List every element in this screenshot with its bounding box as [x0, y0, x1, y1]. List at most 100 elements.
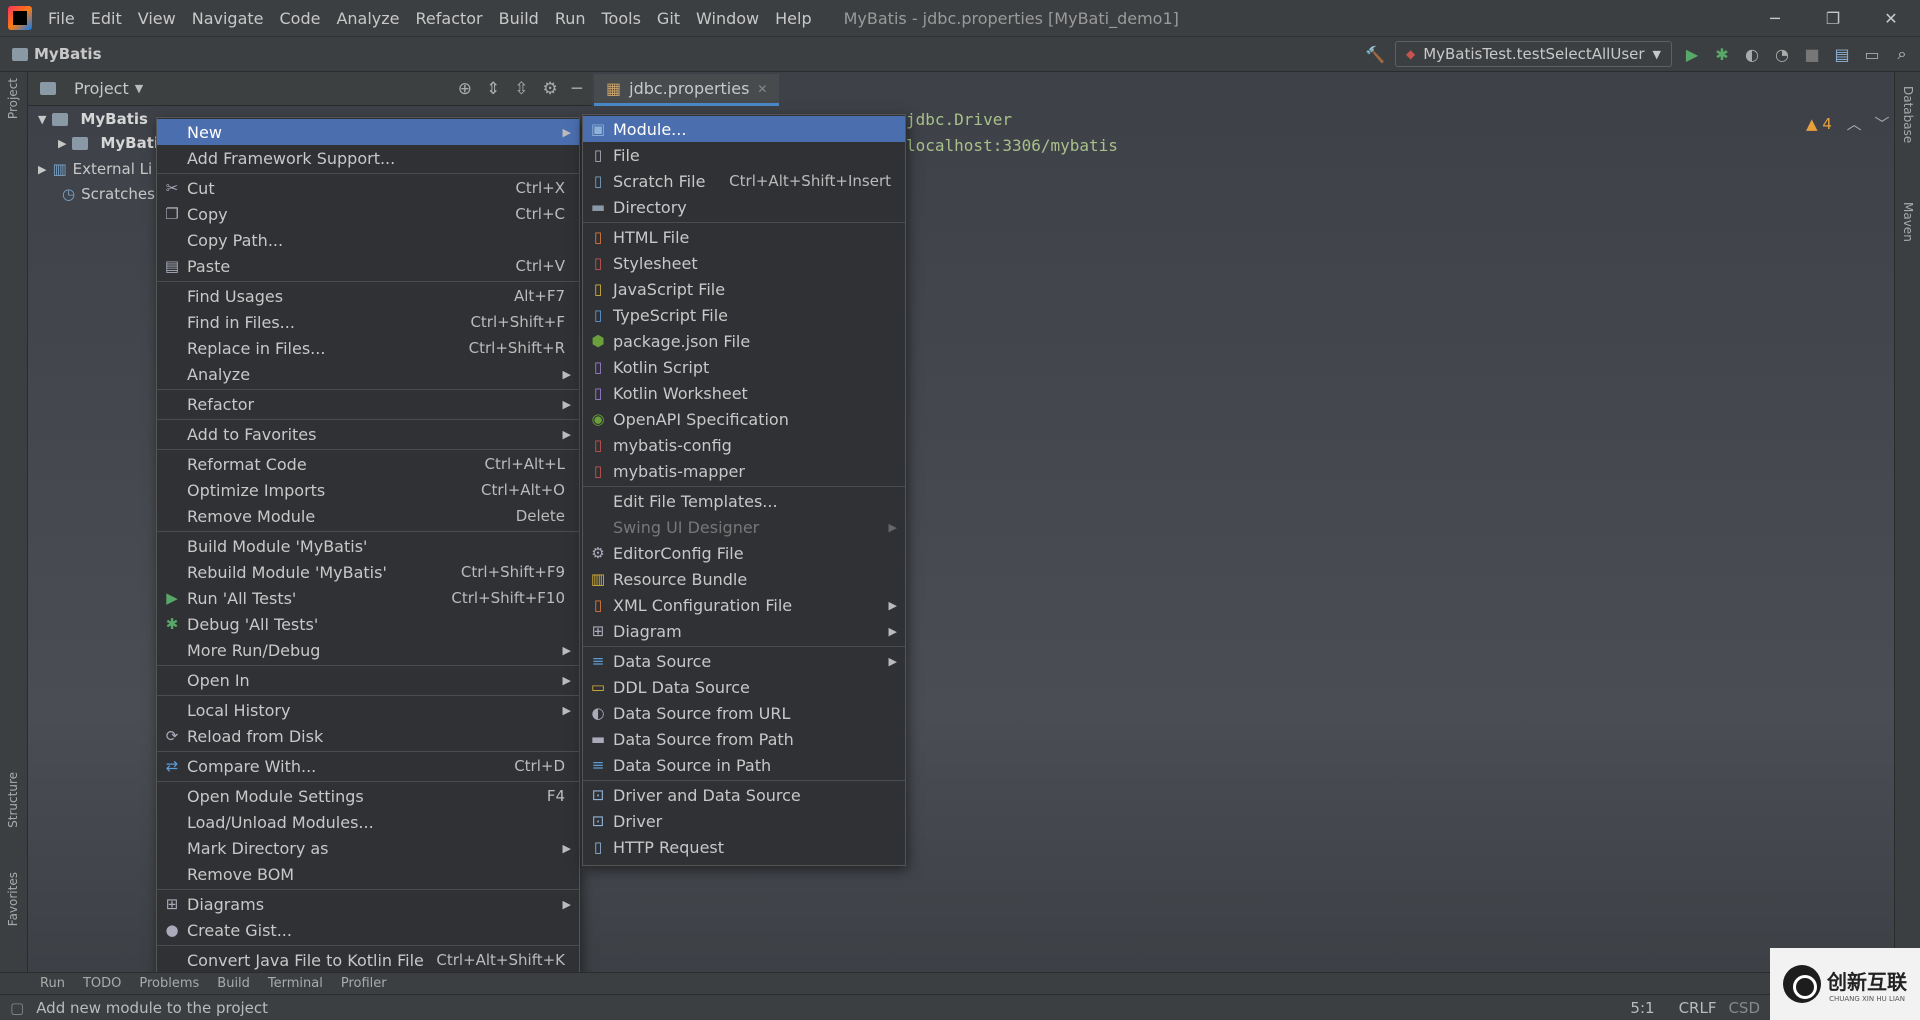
layout-toggle-icon[interactable]: ▢	[10, 999, 24, 1017]
submenu-item-diagram[interactable]: ⊞ Diagram ▶	[583, 618, 905, 644]
submenu-item-mybatis-mapper[interactable]: ▯ mybatis-mapper	[583, 458, 905, 484]
menu-item-build-module[interactable]: Build Module 'MyBatis'	[157, 533, 579, 559]
coverage-icon[interactable]: ◐	[1742, 45, 1762, 64]
close-tab-icon[interactable]: ✕	[757, 82, 767, 96]
submenu-item-javascript-file[interactable]: ▯ JavaScript File	[583, 276, 905, 302]
code-line-1[interactable]: jdbc.Driver	[906, 110, 1012, 129]
menu-window[interactable]: Window	[688, 9, 767, 28]
menu-item-find-in-files[interactable]: Find in Files... Ctrl+Shift+F	[157, 309, 579, 335]
hide-icon[interactable]: ─	[572, 79, 582, 99]
menu-edit[interactable]: Edit	[83, 9, 130, 28]
project-panel-title[interactable]: Project	[74, 79, 129, 98]
submenu-item-package-json[interactable]: ⬢ package.json File	[583, 328, 905, 354]
build-hammer-icon[interactable]: 🔨	[1365, 45, 1385, 64]
menu-item-refactor[interactable]: Refactor ▶	[157, 391, 579, 417]
layout-icon[interactable]: ▭	[1862, 45, 1882, 64]
profile-icon[interactable]: ◔	[1772, 45, 1792, 64]
submenu-item-kotlin-script[interactable]: ▯ Kotlin Script	[583, 354, 905, 380]
submenu-item-directory[interactable]: ▬ Directory	[583, 194, 905, 220]
menu-item-reformat-code[interactable]: Reformat Code Ctrl+Alt+L	[157, 451, 579, 477]
editor-tab-jdbc-properties[interactable]: ▦ jdbc.properties ✕	[594, 74, 780, 106]
submenu-item-html-file[interactable]: ▯ HTML File	[583, 224, 905, 250]
line-separator[interactable]: CRLF	[1679, 999, 1717, 1017]
chevron-down-icon[interactable]: ﹀	[1874, 115, 1889, 133]
tab-todo[interactable]: TODO	[83, 976, 121, 991]
stop-icon[interactable]: ■	[1802, 45, 1822, 64]
breadcrumb[interactable]: MyBatis	[12, 45, 102, 63]
tab-profiler[interactable]: Profiler	[341, 976, 387, 991]
submenu-item-kotlin-worksheet[interactable]: ▯ Kotlin Worksheet	[583, 380, 905, 406]
tab-problems[interactable]: Problems	[139, 976, 199, 991]
submenu-item-driver-and-data-source[interactable]: ⊡ Driver and Data Source	[583, 782, 905, 808]
warnings-indicator[interactable]: ▲ 4 ︿ ﹀	[1806, 113, 1889, 134]
tab-favorites[interactable]: Favorites	[6, 872, 20, 926]
breadcrumb-project[interactable]: MyBatis	[34, 45, 102, 63]
tree-item-mybatis[interactable]: ▼ MyBatis	[38, 110, 148, 128]
project-structure-icon[interactable]: ▤	[1832, 45, 1852, 64]
submenu-item-openapi[interactable]: ◉ OpenAPI Specification	[583, 406, 905, 432]
submenu-item-http-request[interactable]: ▯ HTTP Request	[583, 834, 905, 860]
menu-item-optimize-imports[interactable]: Optimize Imports Ctrl+Alt+O	[157, 477, 579, 503]
menu-help[interactable]: Help	[767, 9, 819, 28]
menu-item-analyze[interactable]: Analyze ▶	[157, 361, 579, 387]
tab-database[interactable]: Database	[1901, 86, 1915, 143]
menu-item-paste[interactable]: ▤ Paste Ctrl+V	[157, 253, 579, 279]
run-icon[interactable]: ▶	[1682, 45, 1702, 64]
menu-item-debug-all-tests[interactable]: ✱ Debug 'All Tests'	[157, 611, 579, 637]
gear-icon[interactable]: ⚙	[543, 79, 558, 99]
close-window-button[interactable]: ✕	[1862, 9, 1920, 28]
submenu-item-data-source-from-path[interactable]: ▬ Data Source from Path	[583, 726, 905, 752]
menu-item-remove-module[interactable]: Remove Module Delete	[157, 503, 579, 529]
run-configuration-select[interactable]: ◆ MyBatisTest.testSelectAllUser ▼	[1394, 41, 1672, 67]
menu-item-rebuild-module[interactable]: Rebuild Module 'MyBatis' Ctrl+Shift+F9	[157, 559, 579, 585]
menu-item-copy-path[interactable]: Copy Path...	[157, 227, 579, 253]
menu-item-find-usages[interactable]: Find Usages Alt+F7	[157, 283, 579, 309]
tab-run[interactable]: Run	[40, 976, 65, 991]
menu-refactor[interactable]: Refactor	[408, 9, 491, 28]
collapse-all-icon[interactable]: ⇳	[514, 79, 528, 99]
menu-item-reload-from-disk[interactable]: ⟳ Reload from Disk	[157, 723, 579, 749]
expand-all-icon[interactable]: ⇕	[486, 79, 500, 99]
submenu-item-editorconfig[interactable]: ⚙ EditorConfig File	[583, 540, 905, 566]
menu-file[interactable]: File	[40, 9, 83, 28]
menu-view[interactable]: View	[130, 9, 184, 28]
menu-navigate[interactable]: Navigate	[184, 9, 272, 28]
menu-item-run-all-tests[interactable]: ▶ Run 'All Tests' Ctrl+Shift+F10	[157, 585, 579, 611]
menu-git[interactable]: Git	[649, 9, 688, 28]
minimize-button[interactable]: ─	[1746, 9, 1804, 28]
menu-item-open-in[interactable]: Open In ▶	[157, 667, 579, 693]
submenu-item-typescript-file[interactable]: ▯ TypeScript File	[583, 302, 905, 328]
submenu-item-data-source-in-path[interactable]: ≡ Data Source in Path	[583, 752, 905, 778]
submenu-item-module[interactable]: ▣ Module...	[583, 116, 905, 142]
submenu-item-driver[interactable]: ⊡ Driver	[583, 808, 905, 834]
chevron-up-icon[interactable]: ︿	[1847, 115, 1862, 133]
menu-build[interactable]: Build	[491, 9, 547, 28]
submenu-item-ddl-data-source[interactable]: ▭ DDL Data Source	[583, 674, 905, 700]
submenu-item-file[interactable]: ▯ File	[583, 142, 905, 168]
menu-item-mark-directory-as[interactable]: Mark Directory as ▶	[157, 835, 579, 861]
tree-item-external-libraries[interactable]: ▶ ▥ External Li	[38, 160, 152, 178]
submenu-item-scratch-file[interactable]: ▯ Scratch File Ctrl+Alt+Shift+Insert	[583, 168, 905, 194]
menu-code[interactable]: Code	[272, 9, 329, 28]
menu-item-create-gist[interactable]: ● Create Gist...	[157, 917, 579, 943]
tree-item-scratches[interactable]: ◷ Scratches	[62, 185, 155, 203]
submenu-item-resource-bundle[interactable]: ▥ Resource Bundle	[583, 566, 905, 592]
debug-icon[interactable]: ✱	[1712, 45, 1732, 64]
submenu-item-data-source-from-url[interactable]: ◐ Data Source from URL	[583, 700, 905, 726]
menu-item-local-history[interactable]: Local History ▶	[157, 697, 579, 723]
restore-button[interactable]: ❐	[1804, 9, 1862, 28]
code-line-2[interactable]: localhost:3306/mybatis	[906, 136, 1118, 155]
menu-tools[interactable]: Tools	[594, 9, 649, 28]
chevron-down-icon[interactable]: ▼	[135, 82, 143, 95]
menu-item-new[interactable]: New ▶	[157, 119, 579, 145]
menu-run[interactable]: Run	[547, 9, 594, 28]
tab-maven[interactable]: Maven	[1901, 202, 1915, 242]
submenu-item-stylesheet[interactable]: ▯ Stylesheet	[583, 250, 905, 276]
locate-icon[interactable]: ⊕	[458, 79, 472, 99]
tab-project[interactable]: Project	[6, 78, 20, 119]
menu-item-compare-with[interactable]: ⇄ Compare With... Ctrl+D	[157, 753, 579, 779]
tree-item-mybati[interactable]: ▶ MyBati	[58, 134, 159, 152]
menu-item-add-to-favorites[interactable]: Add to Favorites ▶	[157, 421, 579, 447]
submenu-item-edit-file-templates[interactable]: Edit File Templates...	[583, 488, 905, 514]
menu-item-open-module-settings[interactable]: Open Module Settings F4	[157, 783, 579, 809]
